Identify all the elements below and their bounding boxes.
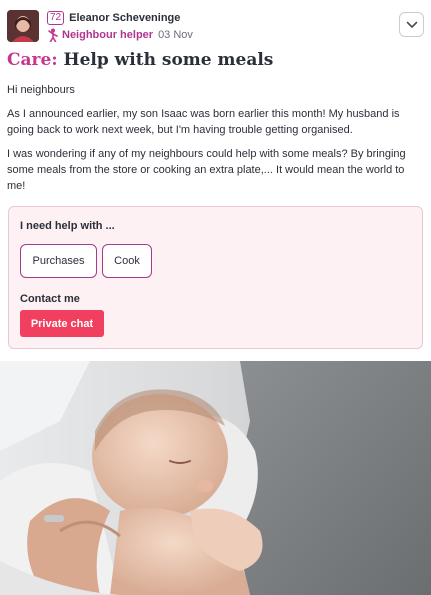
post-header: 72 Eleanor Scheveninge Neighbour helper … [7,10,424,44]
post-menu-button[interactable] [399,12,424,37]
author-role: Neighbour helper [62,29,154,41]
post-paragraph: As I announced earlier, my son Isaac was… [7,108,400,136]
post-paragraph: Hi neighbours [7,84,75,96]
author-name[interactable]: Eleanor Scheveninge [69,12,180,24]
post-title-text: Help with some meals [63,50,274,70]
help-request-card: I need help with ... Purchases Cook Cont… [8,206,423,349]
author-level-badge: 72 [47,11,65,25]
contact-heading: Contact me [20,293,80,305]
post-category: Care: [7,50,58,70]
author-meta: 72 Eleanor Scheveninge Neighbour helper … [47,10,193,43]
post-photo[interactable] [0,361,431,595]
post-paragraph: I was wondering if any of my neighbours … [7,148,406,192]
post-title: Care: Help with some meals [7,50,273,70]
help-heading: I need help with ... [20,220,115,232]
chevron-down-icon [406,21,417,28]
person-waving-icon [48,28,58,42]
private-chat-button[interactable]: Private chat [20,310,104,337]
help-chip-cook[interactable]: Cook [102,244,152,278]
author-avatar[interactable] [7,10,39,42]
post-date: 03 Nov [158,29,193,41]
help-chip-purchases[interactable]: Purchases [20,244,97,278]
